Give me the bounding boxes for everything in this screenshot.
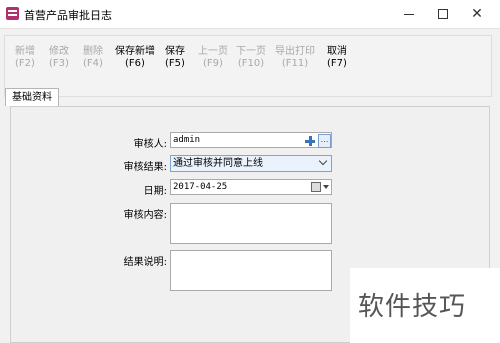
cancel-button-key: (F7) bbox=[327, 58, 347, 69]
tab-basic-info[interactable]: 基础资料 bbox=[5, 88, 59, 106]
title-bar: 首营产品审批日志 ✕ bbox=[0, 0, 500, 28]
new-button-label: 新增 bbox=[15, 46, 35, 57]
minimize-icon bbox=[404, 13, 414, 15]
save-and-new-button-key: (F6) bbox=[125, 58, 145, 69]
next-page-button-key: (F10) bbox=[237, 58, 265, 69]
edit-button-label: 修改 bbox=[49, 46, 69, 57]
reviewer-label: 审核人: bbox=[133, 139, 167, 150]
delete-button[interactable]: 删除 (F4) bbox=[83, 46, 103, 70]
prev-page-button-label: 上一页 bbox=[198, 46, 228, 57]
edit-button-key: (F3) bbox=[49, 58, 69, 69]
delete-button-label: 删除 bbox=[83, 46, 103, 57]
app-icon bbox=[6, 7, 19, 20]
close-icon: ✕ bbox=[471, 6, 483, 22]
watermark-text: 软件技巧 bbox=[358, 292, 467, 322]
minimize-button[interactable] bbox=[392, 2, 426, 26]
calendar-icon[interactable] bbox=[311, 182, 321, 192]
save-button[interactable]: 保存 (F5) bbox=[165, 46, 185, 70]
export-print-button[interactable]: 导出打印 (F11) bbox=[275, 46, 315, 70]
edit-button[interactable]: 修改 (F3) bbox=[49, 46, 69, 70]
ellipsis-icon[interactable]: … bbox=[318, 134, 331, 148]
date-label: 日期: bbox=[143, 186, 167, 197]
delete-button-key: (F4) bbox=[83, 58, 103, 69]
review-content-textarea[interactable] bbox=[170, 203, 332, 244]
next-page-button-label: 下一页 bbox=[236, 46, 266, 57]
window-title: 首营产品审批日志 bbox=[24, 9, 112, 22]
maximize-icon bbox=[438, 9, 448, 19]
review-result-label: 审核结果: bbox=[123, 162, 167, 173]
review-result-select[interactable]: 通过审核并同意上线 bbox=[170, 155, 332, 172]
plus-icon[interactable] bbox=[304, 135, 316, 147]
export-print-button-label: 导出打印 bbox=[275, 46, 315, 57]
export-print-button-key: (F11) bbox=[281, 58, 309, 69]
date-field[interactable]: 2017-04-25 bbox=[170, 179, 332, 195]
prev-page-button[interactable]: 上一页 (F9) bbox=[198, 46, 228, 70]
save-button-label: 保存 bbox=[165, 46, 185, 57]
new-button[interactable]: 新增 (F2) bbox=[15, 46, 35, 70]
cancel-button[interactable]: 取消 (F7) bbox=[327, 46, 347, 70]
save-and-new-button[interactable]: 保存新增 (F6) bbox=[115, 46, 155, 70]
review-content-label: 审核内容: bbox=[123, 210, 167, 221]
next-page-button[interactable]: 下一页 (F10) bbox=[236, 46, 266, 70]
toolbar: 新增 (F2) 修改 (F3) 删除 (F4) 保存新增 (F6) 保存 (F5… bbox=[4, 35, 492, 97]
save-button-key: (F5) bbox=[165, 58, 185, 69]
prev-page-button-key: (F9) bbox=[203, 58, 223, 69]
calendar-dropdown-icon[interactable] bbox=[323, 185, 329, 189]
new-button-key: (F2) bbox=[15, 58, 35, 69]
maximize-button[interactable] bbox=[426, 2, 460, 26]
close-button[interactable]: ✕ bbox=[460, 2, 494, 26]
cancel-button-label: 取消 bbox=[327, 46, 347, 57]
save-and-new-button-label: 保存新增 bbox=[115, 46, 155, 57]
result-note-textarea[interactable] bbox=[170, 250, 332, 291]
result-note-label: 结果说明: bbox=[123, 257, 167, 268]
